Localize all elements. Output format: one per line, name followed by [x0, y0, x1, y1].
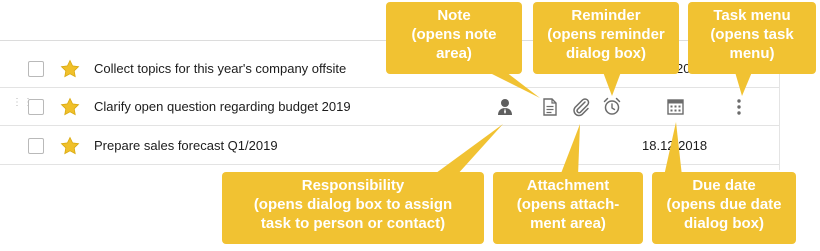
callout-desc: ment area): [530, 215, 606, 232]
callout-desc: (opens task: [710, 26, 794, 43]
callout-desc: (opens note: [411, 26, 497, 43]
callout-title: Note: [437, 7, 471, 24]
callout-desc: menu): [729, 45, 775, 62]
callout-title: Due date: [692, 177, 756, 194]
responsibility-pointer: [432, 124, 503, 176]
callout-desc: (opens dialog box to assign: [253, 196, 453, 213]
callout-title: Task menu: [713, 7, 791, 24]
task-menu-pointer: [735, 72, 752, 96]
task-menu-callout: Task menu (opens task menu): [688, 2, 816, 74]
callout-desc: (opens reminder: [547, 26, 665, 43]
callout-desc: area): [436, 45, 472, 62]
note-callout: Note (opens note area): [386, 2, 522, 74]
note-pointer: [488, 72, 540, 98]
callout-desc: (opens attach-: [516, 196, 620, 213]
responsibility-callout: Responsibility (opens dialog box to assi…: [222, 172, 484, 244]
due-date-pointer: [664, 122, 682, 176]
callout-desc: (opens due date: [666, 196, 782, 213]
callout-title: Attachment: [526, 177, 610, 194]
reminder-pointer: [603, 72, 621, 96]
callout-desc: dialog box): [566, 45, 646, 62]
callout-title: Reminder: [571, 7, 641, 24]
attachment-pointer: [560, 124, 580, 176]
due-date-callout: Due date (opens due date dialog box): [652, 172, 796, 244]
callout-title: Responsibility: [301, 177, 405, 194]
callout-desc: task to person or contact): [260, 215, 446, 232]
attachment-callout: Attachment (opens attach- ment area): [493, 172, 643, 244]
reminder-callout: Reminder (opens reminder dialog box): [533, 2, 679, 74]
callout-desc: dialog box): [684, 215, 764, 232]
